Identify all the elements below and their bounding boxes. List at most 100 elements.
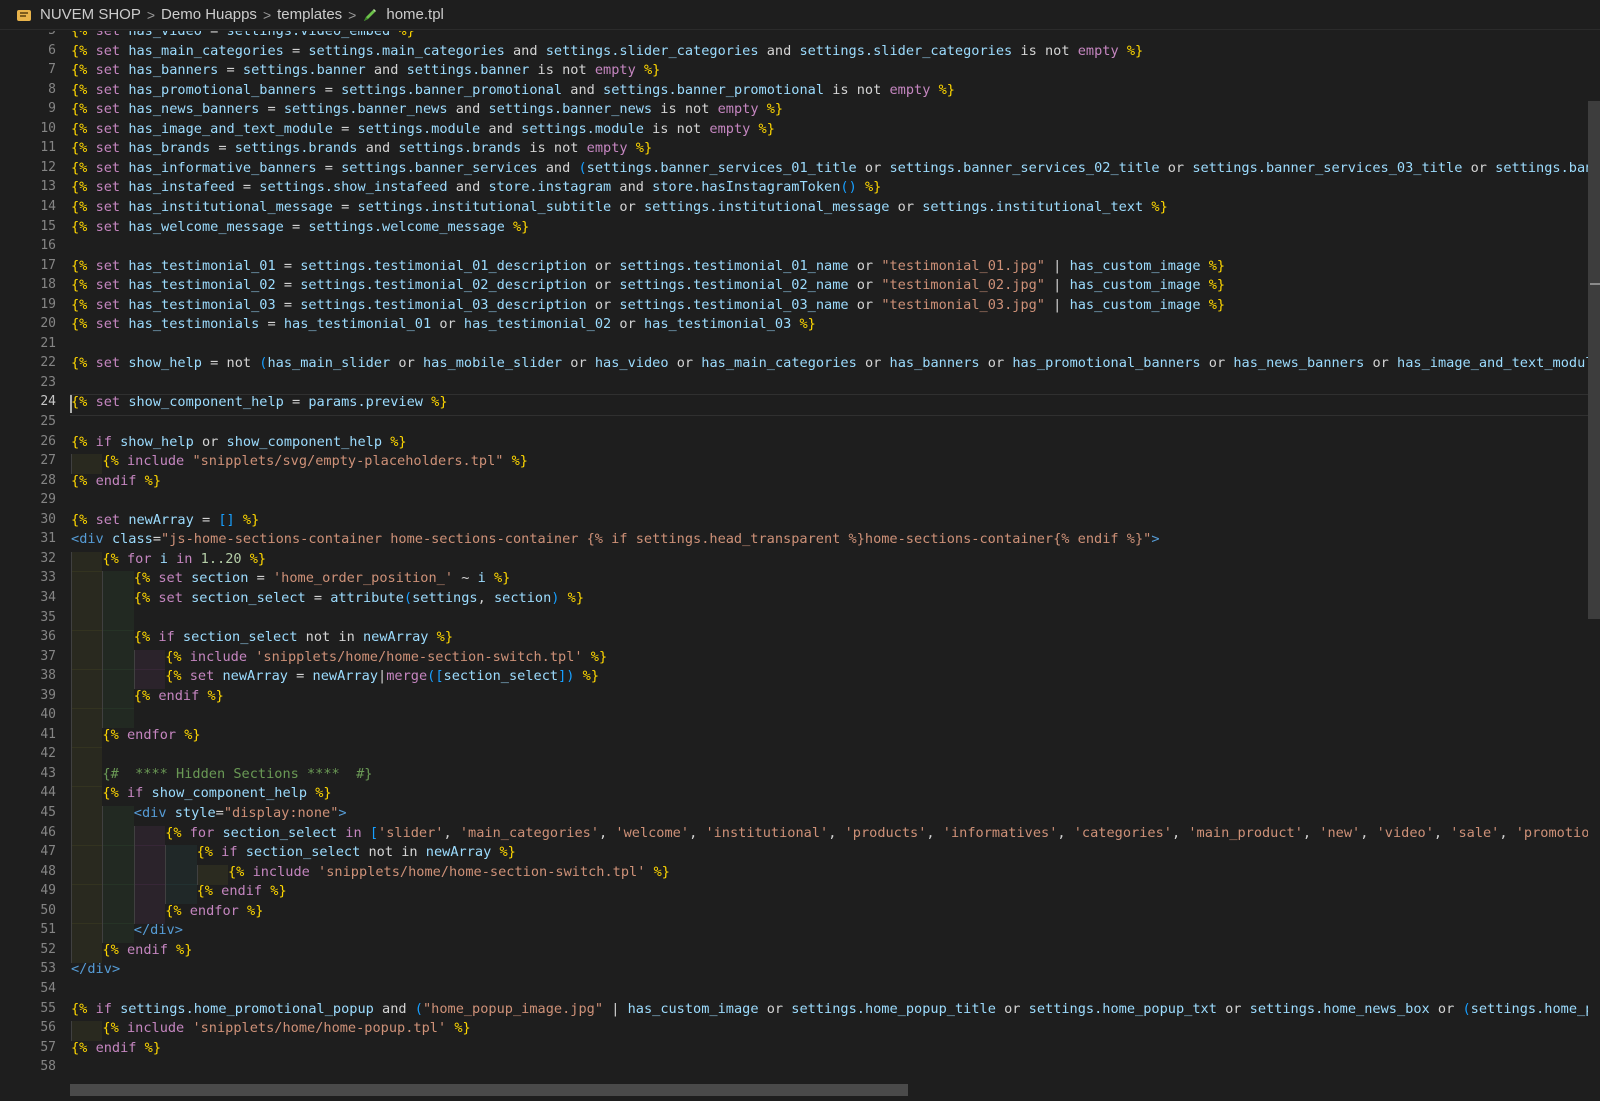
code-text[interactable]: </div> bbox=[71, 959, 120, 979]
code-text[interactable]: {% set has_main_categories = settings.ma… bbox=[71, 41, 1143, 61]
code-line[interactable]: 57 {% endif %} bbox=[0, 1038, 1600, 1061]
line-number[interactable]: 53 bbox=[0, 959, 56, 979]
line-number[interactable]: 54 bbox=[0, 979, 56, 999]
line-number[interactable]: 5 bbox=[0, 31, 56, 41]
line-number[interactable]: 57 bbox=[0, 1038, 56, 1058]
line-number[interactable]: 21 bbox=[0, 334, 56, 354]
code-text[interactable]: {% for i in 1..20 %} bbox=[102, 549, 266, 569]
line-number[interactable]: 55 bbox=[0, 999, 56, 1019]
code-line[interactable]: 39 {% endif %} bbox=[0, 686, 1600, 709]
line-number[interactable]: 16 bbox=[0, 236, 56, 256]
code-text[interactable]: {% set has_testimonial_03 = settings.tes… bbox=[71, 295, 1225, 315]
line-number[interactable]: 56 bbox=[0, 1018, 56, 1038]
code-line[interactable]: 27 {% include "snipplets/svg/empty-placeh… bbox=[0, 451, 1600, 475]
line-number[interactable]: 25 bbox=[0, 412, 56, 432]
code-line[interactable]: 24 {% set show_component_help = params.pr… bbox=[0, 392, 1600, 415]
line-number[interactable]: 20 bbox=[0, 314, 56, 334]
line-number[interactable]: 51 bbox=[0, 920, 56, 940]
code-text[interactable]: {% if section_select not in newArray %} bbox=[197, 842, 516, 862]
line-number[interactable]: 24 bbox=[0, 392, 56, 412]
code-text[interactable]: {# **** Hidden Sections **** #} bbox=[102, 764, 372, 784]
breadcrumb-item-file[interactable]: home.tpl bbox=[386, 6, 444, 23]
line-number[interactable]: 18 bbox=[0, 275, 56, 295]
code-text[interactable]: {% set show_help = not (has_main_slider … bbox=[71, 353, 1600, 373]
line-number[interactable]: 36 bbox=[0, 627, 56, 647]
code-text[interactable]: {% endfor %} bbox=[102, 725, 200, 745]
line-number[interactable]: 9 bbox=[0, 99, 56, 119]
line-number[interactable]: 7 bbox=[0, 60, 56, 80]
line-number[interactable]: 34 bbox=[0, 588, 56, 608]
breadcrumb-item-folder[interactable]: templates bbox=[277, 6, 342, 23]
code-text[interactable]: <div class="js-home-sections-container h… bbox=[71, 529, 1160, 549]
line-number[interactable]: 49 bbox=[0, 881, 56, 901]
code-line[interactable]: 22 {% set show_help = not (has_main_slide… bbox=[0, 353, 1600, 376]
code-text[interactable]: {% set has_video = settings.video_embed … bbox=[71, 31, 415, 41]
line-number[interactable]: 11 bbox=[0, 138, 56, 158]
code-text[interactable]: {% endif %} bbox=[71, 1038, 161, 1058]
line-number[interactable]: 22 bbox=[0, 353, 56, 373]
code-text[interactable]: {% if section_select not in newArray %} bbox=[134, 627, 453, 647]
code-text[interactable]: {% set has_news_banners = settings.banne… bbox=[71, 99, 783, 119]
line-number[interactable]: 33 bbox=[0, 568, 56, 588]
code-text[interactable]: {% set show_component_help = params.prev… bbox=[71, 392, 448, 412]
line-number[interactable]: 38 bbox=[0, 666, 56, 686]
code-text[interactable]: {% include "snipplets/svg/empty-placehol… bbox=[102, 451, 528, 471]
line-number[interactable]: 10 bbox=[0, 119, 56, 139]
code-text[interactable]: {% include 'snipplets/home/home-section-… bbox=[165, 647, 607, 667]
line-number[interactable]: 12 bbox=[0, 158, 56, 178]
line-number[interactable]: 52 bbox=[0, 940, 56, 960]
vertical-scrollbar[interactable] bbox=[1588, 31, 1600, 1087]
line-number[interactable]: 48 bbox=[0, 862, 56, 882]
code-line[interactable]: 50 {% endfor %} bbox=[0, 901, 1600, 924]
code-text[interactable]: {% set newArray = [] %} bbox=[71, 510, 259, 530]
line-number[interactable]: 45 bbox=[0, 803, 56, 823]
line-number[interactable]: 47 bbox=[0, 842, 56, 862]
code-line[interactable]: 53 </div> bbox=[0, 959, 1600, 982]
code-line[interactable]: 56 {% include 'snipplets/home/home-popup.… bbox=[0, 1018, 1600, 1042]
code-line[interactable]: 28 {% endif %} bbox=[0, 471, 1600, 494]
code-text[interactable]: {% endif %} bbox=[71, 471, 161, 491]
line-number[interactable]: 29 bbox=[0, 490, 56, 510]
code-text[interactable]: {% set section = 'home_order_position_' … bbox=[134, 568, 511, 588]
code-text[interactable]: {% endfor %} bbox=[165, 901, 263, 921]
vertical-scrollbar-thumb[interactable] bbox=[1588, 101, 1600, 619]
code-text[interactable]: <div style="display:none"> bbox=[134, 803, 347, 823]
code-text[interactable]: {% set section_select = attribute(settin… bbox=[134, 588, 584, 608]
code-text[interactable]: {% set has_brands = settings.brands and … bbox=[71, 138, 652, 158]
line-number[interactable]: 40 bbox=[0, 705, 56, 725]
code-text[interactable]: {% set has_instafeed = settings.show_ins… bbox=[71, 177, 881, 197]
line-number[interactable]: 8 bbox=[0, 80, 56, 100]
line-number[interactable]: 39 bbox=[0, 686, 56, 706]
code-text[interactable]: {% endif %} bbox=[134, 686, 224, 706]
code-text[interactable]: {% if show_help or show_component_help %… bbox=[71, 432, 407, 452]
code-editor[interactable]: 5 {% set has_video = settings.video_embed… bbox=[0, 31, 1600, 1087]
code-text[interactable]: {% set has_testimonial_01 = settings.tes… bbox=[71, 256, 1225, 276]
code-text[interactable]: {% set has_informative_banners = setting… bbox=[71, 158, 1600, 178]
code-line[interactable]: 34 {% set section_select = attribute(sett… bbox=[0, 588, 1600, 611]
code-text[interactable]: {% include 'snipplets/home/home-popup.tp… bbox=[102, 1018, 470, 1038]
line-number[interactable]: 14 bbox=[0, 197, 56, 217]
line-number[interactable]: 37 bbox=[0, 647, 56, 667]
code-text[interactable]: {% if settings.home_promotional_popup an… bbox=[71, 999, 1600, 1019]
line-number[interactable]: 17 bbox=[0, 256, 56, 276]
line-number[interactable]: 46 bbox=[0, 823, 56, 843]
horizontal-scrollbar-thumb[interactable] bbox=[70, 1084, 908, 1096]
line-number[interactable]: 6 bbox=[0, 41, 56, 61]
code-text[interactable]: {% for section_select in ['slider', 'mai… bbox=[165, 823, 1600, 843]
line-number[interactable]: 13 bbox=[0, 177, 56, 197]
code-text[interactable]: {% include 'snipplets/home/home-section-… bbox=[228, 862, 670, 882]
line-number[interactable]: 27 bbox=[0, 451, 56, 471]
code-text[interactable]: {% set has_banners = settings.banner and… bbox=[71, 60, 660, 80]
code-text[interactable]: {% set has_testimonial_02 = settings.tes… bbox=[71, 275, 1225, 295]
line-number[interactable]: 43 bbox=[0, 764, 56, 784]
code-text[interactable]: </div> bbox=[134, 920, 183, 940]
code-text[interactable]: {% set newArray = newArray|merge([sectio… bbox=[165, 666, 599, 686]
line-number[interactable]: 42 bbox=[0, 744, 56, 764]
code-line[interactable]: 40 bbox=[0, 705, 1600, 729]
line-number[interactable]: 19 bbox=[0, 295, 56, 315]
code-line[interactable]: 52 {% endif %} bbox=[0, 940, 1600, 963]
line-number[interactable]: 58 bbox=[0, 1057, 56, 1077]
line-number[interactable]: 30 bbox=[0, 510, 56, 530]
breadcrumb-item-project[interactable]: Demo Huapps bbox=[161, 6, 257, 23]
code-line[interactable]: 41 {% endfor %} bbox=[0, 725, 1600, 748]
